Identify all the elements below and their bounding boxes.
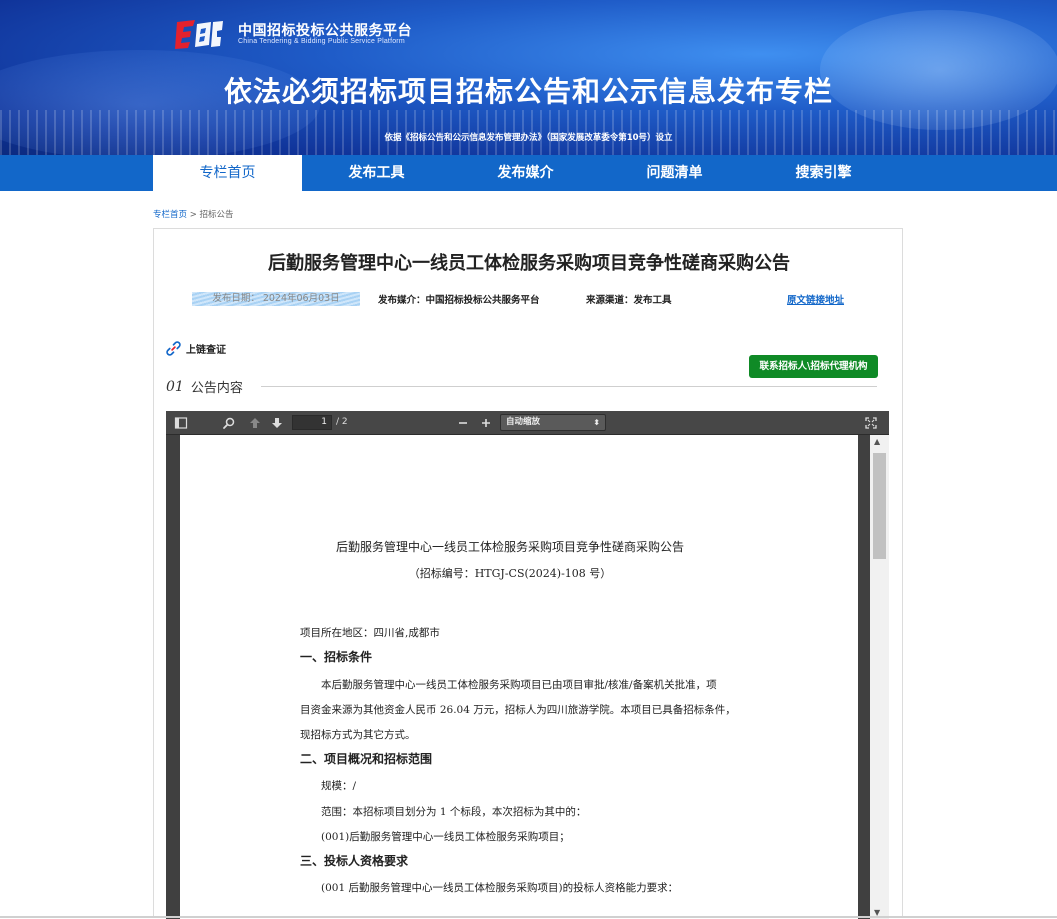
header-banner: 中国招标投标公共服务平台 China Tendering & Bidding P… xyxy=(0,0,1057,155)
fullscreen-icon[interactable] xyxy=(864,416,878,430)
pdf-viewer: 1 / 2 自动缩放 ⬍ 后勤服务管理中心一线员工体检服务采购项目竞争性磋商采购… xyxy=(166,411,889,919)
source-channel: 来源渠道：发布工具 xyxy=(586,295,672,306)
scrollbar-thumb[interactable] xyxy=(873,453,886,559)
nav-item-publish-tool[interactable]: 发布工具 xyxy=(302,155,451,191)
breadcrumb: 专栏首页 > 招标公告 xyxy=(153,208,234,220)
doc-paragraph-line: 目资金来源为其他资金人民币 26.04 万元，招标人为四川旅游学院。本项目已具备… xyxy=(300,704,736,716)
logo-chinese-name[interactable]: 中国招标投标公共服务平台 xyxy=(238,20,412,40)
doc-region: 项目所在地区：四川省,成都市 xyxy=(300,627,440,639)
doc-paragraph-line: 现招标方式为其它方式。 xyxy=(300,729,416,741)
doc-scope: 范围：本招标项目划分为 1 个标段，本次招标为其中的： xyxy=(321,806,587,818)
source-link[interactable]: 原文链接地址 xyxy=(787,292,844,306)
breadcrumb-separator: > xyxy=(187,210,200,220)
doc-heading-3: 三、投标人资格要求 xyxy=(300,854,409,868)
chain-link-icon xyxy=(166,341,181,356)
doc-number: （招标编号：HTGJ-CS(2024)-108 号） xyxy=(408,567,612,580)
section-header: 01 公告内容 xyxy=(166,377,243,397)
doc-qualification: (001 后勤服务管理中心一线员工体检服务采购项目)的投标人资格能力要求： xyxy=(321,882,679,894)
notice-title: 后勤服务管理中心一线员工体检服务采购项目竞争性磋商采购公告 xyxy=(268,253,790,274)
page-title: 依法必须招标项目招标公告和公示信息发布专栏 xyxy=(0,70,1057,110)
nav-item-publish-media[interactable]: 发布媒介 xyxy=(451,155,600,191)
notice-card: 后勤服务管理中心一线员工体检服务采购项目竞争性磋商采购公告 发布日期： 2024… xyxy=(153,228,903,919)
next-page-icon[interactable] xyxy=(270,416,284,430)
section-number: 01 xyxy=(166,378,184,395)
nav-item-faq[interactable]: 问题清单 xyxy=(600,155,749,191)
publish-date: 发布日期： 2024年06月03日 xyxy=(192,292,360,306)
platform-logo-icon[interactable] xyxy=(175,18,225,50)
section-divider xyxy=(261,386,877,387)
contact-tenderer-button[interactable]: 联系招标人\招标代理机构 xyxy=(749,355,878,378)
nav-item-search-engine[interactable]: 搜索引擎 xyxy=(749,155,898,191)
previous-page-icon[interactable] xyxy=(248,416,262,430)
zoom-out-icon[interactable] xyxy=(456,416,470,430)
nav-item-home[interactable]: 专栏首页 xyxy=(153,155,302,191)
search-icon[interactable] xyxy=(222,416,236,430)
pdf-toolbar: 1 / 2 自动缩放 ⬍ xyxy=(166,411,889,435)
pdf-page: 后勤服务管理中心一线员工体检服务采购项目竞争性磋商采购公告 （招标编号：HTGJ… xyxy=(180,435,858,919)
doc-paragraph-line: 本后勤服务管理中心一线员工体检服务采购项目已由项目审批/核准/备案机关批准，项 xyxy=(321,679,717,691)
zoom-select-value: 自动缩放 xyxy=(506,417,541,427)
doc-heading-1: 一、招标条件 xyxy=(300,650,373,664)
doc-title: 后勤服务管理中心一线员工体检服务采购项目竞争性磋商采购公告 xyxy=(335,540,684,554)
breadcrumb-current: 招标公告 xyxy=(199,210,234,220)
page-title-text: 依法必须招标项目招标公告和公示信息发布专栏 xyxy=(223,75,833,108)
sidebar-toggle-icon[interactable] xyxy=(174,416,188,430)
zoom-in-icon[interactable] xyxy=(479,416,493,430)
doc-heading-2: 二、项目概况和招标范围 xyxy=(300,752,433,766)
page-number-input[interactable]: 1 xyxy=(292,415,332,430)
pdf-scrollbar[interactable]: ▲ ▼ xyxy=(870,435,889,919)
chain-verify-label: 上链查证 xyxy=(186,345,226,356)
logo-english-name: China Tendering & Bidding Public Service… xyxy=(238,38,405,45)
page-subtitle: 依据《招标公告和公示信息发布管理办法》（国家发展改革委令第10号）设立 xyxy=(384,133,673,143)
doc-scale: 规模：/ xyxy=(321,780,357,792)
publish-media: 发布媒介：中国招标投标公共服务平台 xyxy=(378,295,540,306)
page-total: / 2 xyxy=(336,417,348,427)
breadcrumb-home-link[interactable]: 专栏首页 xyxy=(153,210,187,220)
zoom-select[interactable]: 自动缩放 ⬍ xyxy=(500,414,606,431)
chain-verify-link[interactable]: 上链查证 xyxy=(166,341,226,356)
doc-lot: (001)后勤服务管理中心一线员工体检服务采购项目； xyxy=(321,831,570,843)
chevron-down-icon: ⬍ xyxy=(593,418,600,427)
main-nav: 专栏首页 发布工具 发布媒介 问题清单 搜索引擎 xyxy=(0,155,1057,191)
scroll-up-icon[interactable]: ▲ xyxy=(874,437,880,446)
section-label: 公告内容 xyxy=(190,381,243,396)
